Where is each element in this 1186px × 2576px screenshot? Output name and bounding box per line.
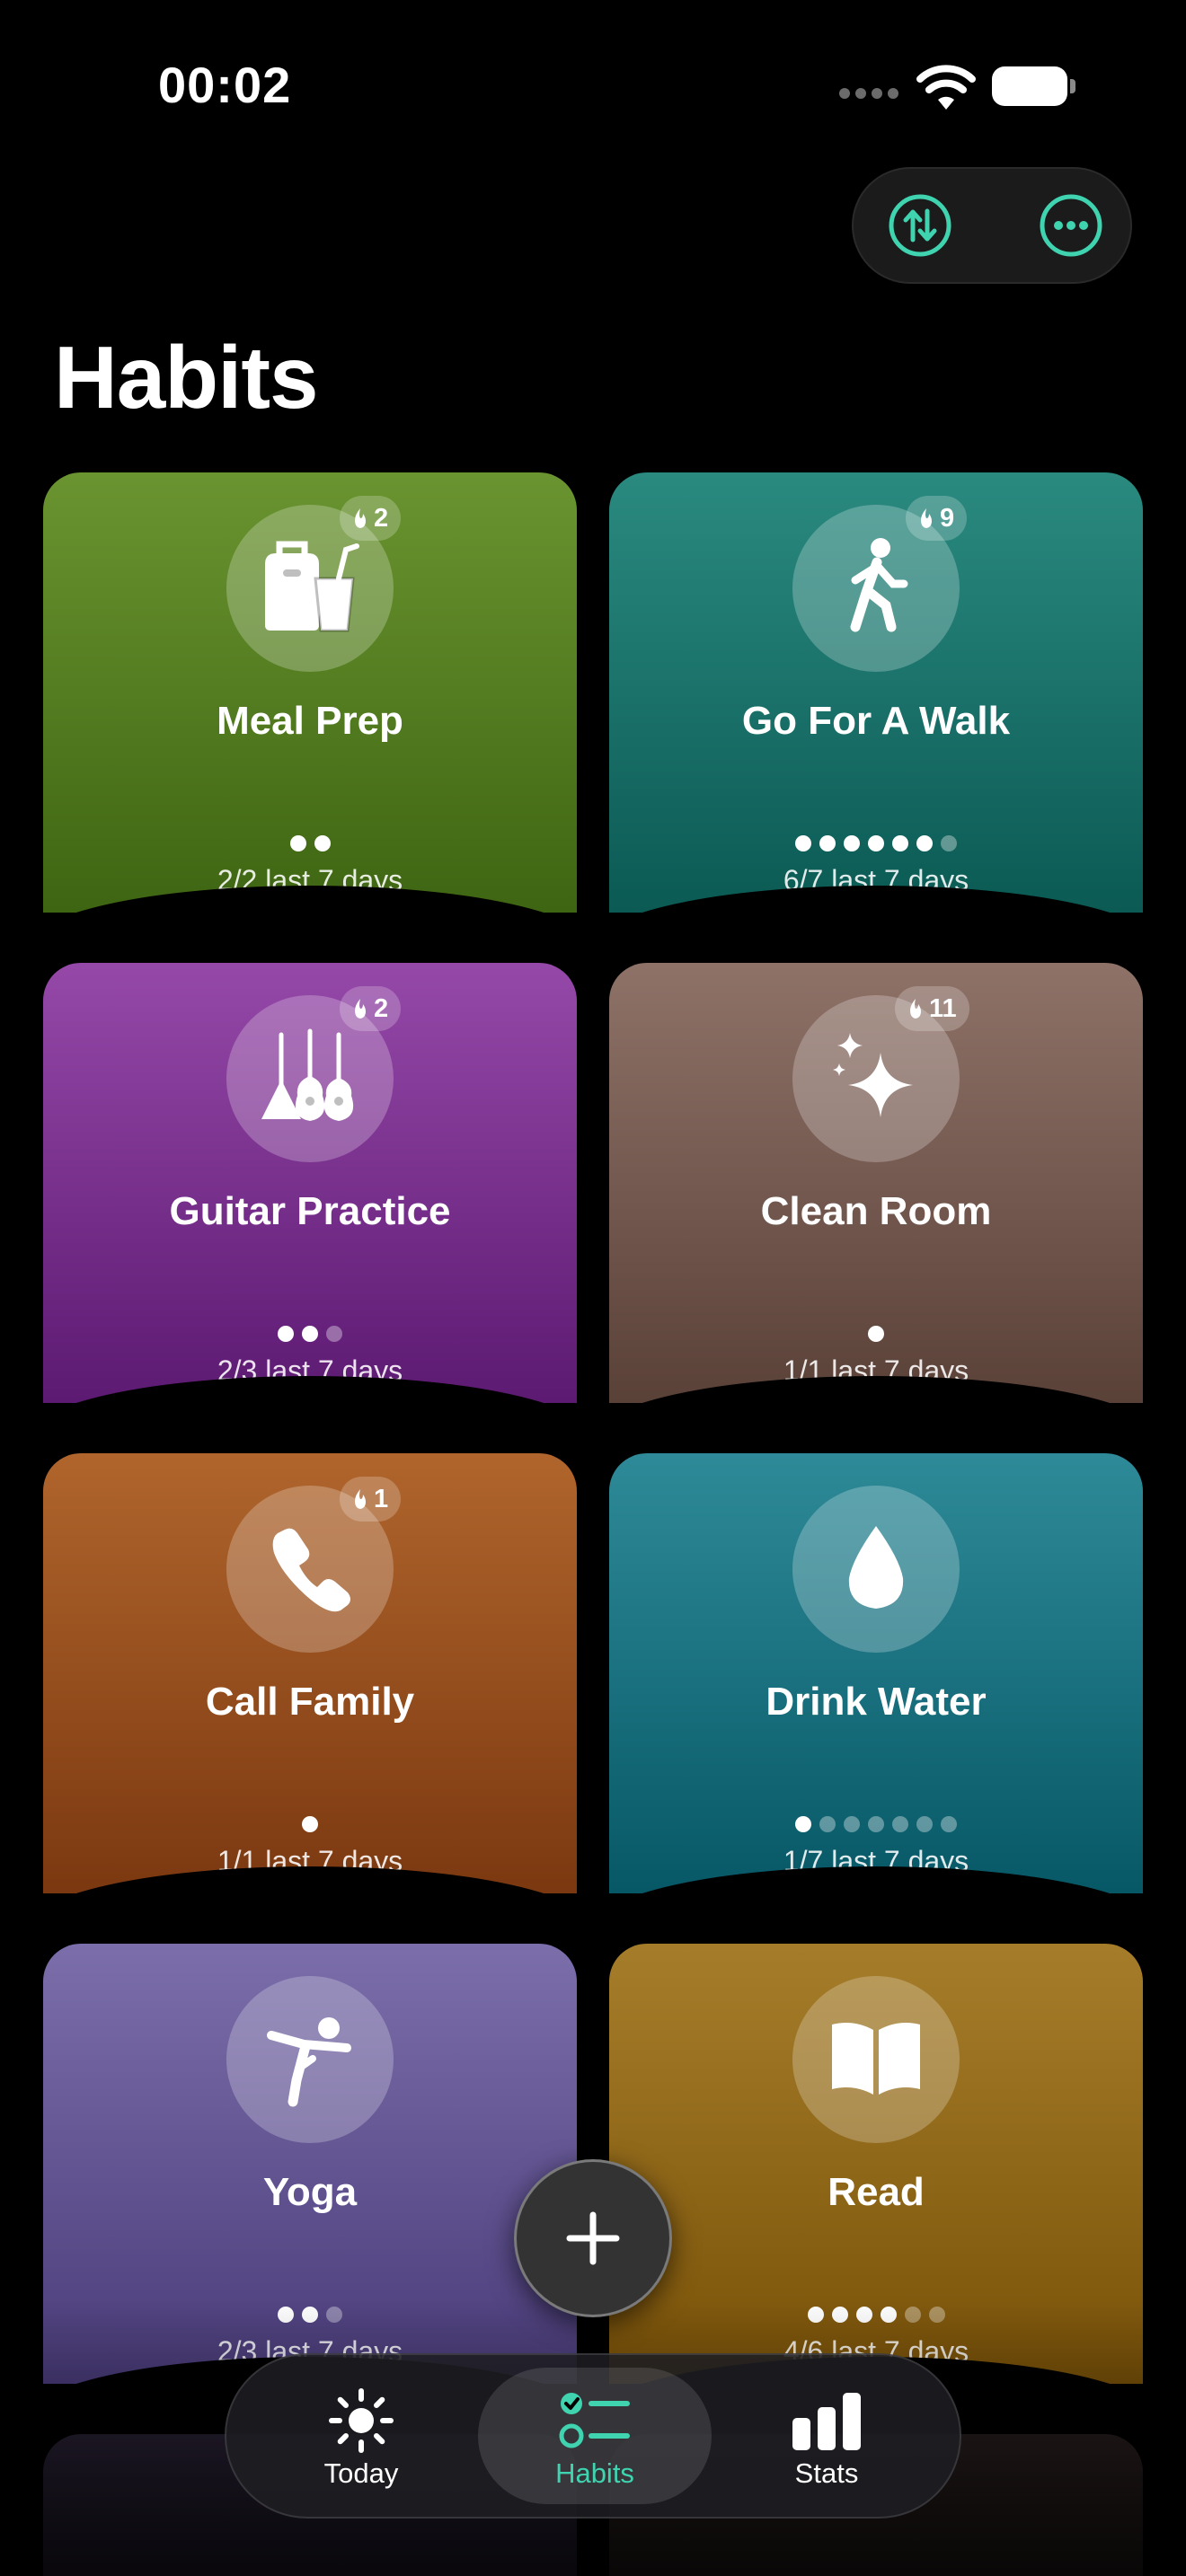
completion-dot [844,1816,860,1832]
top-actions-pill [852,167,1132,284]
yoga-pose-icon [261,2008,359,2112]
streak-count: 2 [374,503,389,533]
flame-icon [355,508,366,528]
open-book-icon [827,2017,925,2103]
water-drop-icon [840,1522,912,1617]
bar-chart-icon [792,2393,861,2450]
habit-name: Go For A Walk [741,699,1011,743]
add-habit-button[interactable] [514,2159,672,2317]
habit-card[interactable]: 9 Go For A Walk 6/7 last 7 days [609,472,1143,913]
habit-name: Call Family [205,1680,415,1724]
completion-dot [892,835,908,851]
streak-badge: 1 [340,1477,402,1522]
completion-dots [43,835,577,851]
streak-count: 11 [929,993,957,1023]
phone-icon [265,1522,355,1617]
plus-icon [566,2211,620,2265]
habit-card[interactable]: Drink Water 1/7 last 7 days [609,1453,1143,1893]
tab-bar: Today Habits Stats [225,2353,961,2519]
habit-name: Guitar Practice [169,1189,451,1233]
completion-dot [892,1816,908,1832]
streak-badge: 11 [895,986,969,1031]
sort-arrows-icon[interactable] [886,191,954,260]
completion-dot [844,835,860,851]
flame-icon [355,999,366,1019]
habit-name: Yoga [262,2170,358,2214]
flame-icon [355,1489,366,1509]
battery-icon [992,66,1075,106]
habit-card[interactable]: 2 Guitar Practice 2/3 last 7 days [43,963,577,1403]
habit-icon-circle [792,1976,960,2143]
cellular-signal-icon [839,88,898,99]
completion-dot [278,1326,294,1342]
completion-dot [302,1326,318,1342]
flame-icon [921,508,932,528]
completion-dots [43,1816,577,1832]
completion-dot [868,1816,884,1832]
habit-name: Meal Prep [217,699,403,743]
completion-dot [868,1326,884,1342]
completion-dot [795,835,811,851]
flame-icon [910,999,921,1019]
streak-badge: 2 [340,986,402,1031]
completion-dot [916,835,933,851]
completion-dots [43,1326,577,1342]
completion-dot [916,1816,933,1832]
completion-dot [314,835,331,851]
status-bar: 00:02 [0,0,1186,180]
sun-icon [329,2388,394,2453]
streak-badge: 2 [340,496,402,541]
checklist-icon [559,2393,630,2448]
habit-card[interactable]: 1 Call Family 1/1 last 7 days [43,1453,577,1893]
sparkles-icon [827,1028,925,1131]
tab-stats[interactable]: Stats [710,2368,943,2504]
lunch-bag-icon [256,537,364,640]
streak-count: 1 [374,1484,389,1513]
status-time: 00:02 [158,57,292,113]
completion-dot [868,835,884,851]
habit-name: Clean Room [760,1189,992,1233]
page-title: Habits [54,328,319,427]
habit-card[interactable]: 2 Meal Prep 2/2 last 7 days [43,472,577,913]
guitars-icon [256,1028,364,1131]
completion-dots [609,835,1143,851]
tab-habits[interactable]: Habits [478,2368,712,2504]
tab-label: Today [323,2457,399,2489]
habit-name: Read [828,2170,925,2214]
habit-icon-circle [226,1976,394,2143]
completion-dot [941,1816,957,1832]
completion-dots [609,1816,1143,1832]
completion-dot [795,1816,811,1832]
streak-count: 2 [374,993,389,1023]
wifi-icon [916,65,976,110]
completion-dot [289,835,306,851]
tab-label: Stats [794,2457,859,2489]
completion-dot [326,1326,342,1342]
tab-label: Habits [555,2457,634,2489]
completion-dot [302,1816,318,1832]
habit-name: Drink Water [766,1680,987,1724]
completion-dot [819,835,836,851]
habit-icon-circle [792,1486,960,1653]
streak-badge: 9 [906,496,968,541]
ellipsis-icon[interactable] [1037,191,1105,260]
walking-person-icon [836,537,916,640]
habit-card[interactable]: 11 Clean Room 1/1 last 7 days [609,963,1143,1403]
completion-dot [941,835,957,851]
completion-dots [609,1326,1143,1342]
tab-today[interactable]: Today [244,2368,478,2504]
streak-count: 9 [940,503,955,533]
completion-dot [819,1816,836,1832]
